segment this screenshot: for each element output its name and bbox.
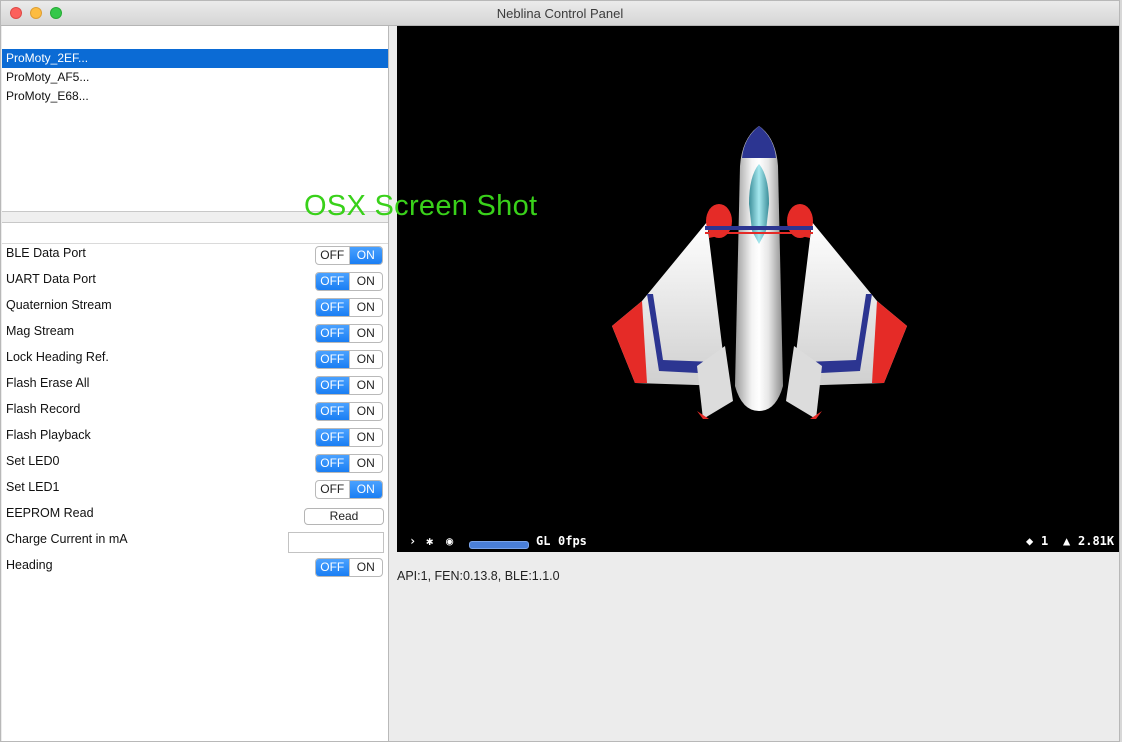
progress-bar bbox=[469, 541, 529, 549]
toggle-on-option[interactable]: ON bbox=[348, 377, 383, 394]
device-item[interactable]: ProMoty_2EF... bbox=[2, 49, 388, 68]
diamond-icon: ◆ bbox=[1026, 534, 1034, 548]
flash-playback-toggle[interactable]: OFF ON bbox=[315, 428, 383, 447]
charge-current-input[interactable] bbox=[288, 532, 384, 553]
toggle-on-option[interactable]: ON bbox=[348, 403, 383, 420]
mag-stream-toggle[interactable]: OFF ON bbox=[315, 324, 383, 343]
toggle-off-option[interactable]: OFF bbox=[316, 299, 349, 316]
gear-icon[interactable]: ✱ bbox=[426, 534, 433, 548]
control-row-flash-erase-all: Flash Erase All OFF ON bbox=[2, 374, 388, 400]
heading-toggle[interactable]: OFF ON bbox=[315, 558, 383, 577]
toggle-on-option[interactable]: ON bbox=[348, 299, 383, 316]
scene-view[interactable]: › ✱ ◉ GL 0fps ◆ 1 ▲ 2.81K bbox=[397, 26, 1119, 552]
fps-readout: 0fps bbox=[558, 534, 587, 548]
flash-erase-all-toggle[interactable]: OFF ON bbox=[315, 376, 383, 395]
quaternion-stream-toggle[interactable]: OFF ON bbox=[315, 298, 383, 317]
triangle-icon: ▲ bbox=[1063, 534, 1071, 548]
spaceship-model bbox=[612, 126, 907, 419]
control-label: Quaternion Stream bbox=[6, 298, 112, 312]
lock-heading-ref-toggle[interactable]: OFF ON bbox=[315, 350, 383, 369]
control-row-ble-data-port: BLE Data Port OFF ON bbox=[2, 244, 388, 270]
control-label: UART Data Port bbox=[6, 272, 96, 286]
toggle-off-option[interactable]: OFF bbox=[316, 429, 349, 446]
toggle-on-option[interactable]: ON bbox=[348, 429, 383, 446]
node-count: 1 bbox=[1041, 534, 1049, 548]
scene-statusbar: › ✱ ◉ GL 0fps ◆ 1 ▲ 2.81K bbox=[397, 530, 1119, 552]
toggle-off-option[interactable]: OFF bbox=[316, 247, 349, 264]
toggle-on-option[interactable]: ON bbox=[348, 325, 383, 342]
toggle-off-option[interactable]: OFF bbox=[316, 325, 349, 342]
control-label: Flash Record bbox=[6, 402, 81, 416]
control-row-set-led0: Set LED0 OFF ON bbox=[2, 452, 388, 478]
triangle-count: 2.81K bbox=[1078, 534, 1115, 548]
control-row-set-led1: Set LED1 OFF ON bbox=[2, 478, 388, 504]
control-row-quaternion-stream: Quaternion Stream OFF ON bbox=[2, 296, 388, 322]
flash-record-toggle[interactable]: OFF ON bbox=[315, 402, 383, 421]
control-label: Heading bbox=[6, 558, 53, 572]
control-label: Flash Playback bbox=[6, 428, 91, 442]
toggle-off-option[interactable]: OFF bbox=[316, 481, 349, 498]
title-bar: Neblina Control Panel bbox=[1, 1, 1119, 26]
screenshot-watermark: OSX Screen Shot bbox=[304, 190, 538, 222]
control-row-uart-data-port: UART Data Port OFF ON bbox=[2, 270, 388, 296]
toggle-off-option[interactable]: OFF bbox=[316, 273, 349, 290]
control-label: Flash Erase All bbox=[6, 376, 90, 390]
control-row-charge-current: Charge Current in mA bbox=[2, 530, 388, 556]
toggle-off-option[interactable]: OFF bbox=[316, 455, 349, 472]
device-item[interactable]: ProMoty_E68... bbox=[2, 87, 388, 106]
toggle-off-option[interactable]: OFF bbox=[316, 351, 349, 368]
eeprom-read-button[interactable]: Read bbox=[304, 508, 384, 525]
control-label: Charge Current in mA bbox=[6, 532, 128, 546]
toggle-on-option[interactable]: ON bbox=[348, 247, 382, 264]
device-item[interactable]: ProMoty_AF5... bbox=[2, 68, 388, 87]
control-label: Mag Stream bbox=[6, 324, 75, 338]
device-list[interactable]: ProMoty_2EF... ProMoty_AF5... ProMoty_E6… bbox=[2, 26, 388, 212]
control-row-mag-stream: Mag Stream OFF ON bbox=[2, 322, 388, 348]
control-row-flash-playback: Flash Playback OFF ON bbox=[2, 426, 388, 452]
control-label: EEPROM Read bbox=[6, 506, 94, 520]
control-label: Set LED0 bbox=[6, 454, 60, 468]
toggle-off-option[interactable]: OFF bbox=[316, 559, 349, 576]
ble-data-port-toggle[interactable]: OFF ON bbox=[315, 246, 383, 265]
left-pane: ProMoty_2EF... ProMoty_AF5... ProMoty_E6… bbox=[2, 26, 389, 741]
control-label: Lock Heading Ref. bbox=[6, 350, 109, 364]
toggle-on-option[interactable]: ON bbox=[348, 455, 383, 472]
version-info: API:1, FEN:0.13.8, BLE:1.1.0 bbox=[397, 569, 560, 583]
control-label: BLE Data Port bbox=[6, 246, 86, 260]
chevron-right-icon[interactable]: › bbox=[409, 534, 416, 548]
control-row-lock-heading-ref: Lock Heading Ref. OFF ON bbox=[2, 348, 388, 374]
controls-header bbox=[2, 223, 388, 244]
control-row-flash-record: Flash Record OFF ON bbox=[2, 400, 388, 426]
toggle-on-option[interactable]: ON bbox=[348, 481, 382, 498]
control-row-eeprom-read: EEPROM Read Read bbox=[2, 504, 388, 530]
toggle-on-option[interactable]: ON bbox=[348, 559, 383, 576]
control-row-heading: Heading OFF ON bbox=[2, 556, 388, 582]
toggle-on-option[interactable]: ON bbox=[348, 351, 383, 368]
toggle-off-option[interactable]: OFF bbox=[316, 403, 349, 420]
toggle-off-option[interactable]: OFF bbox=[316, 377, 349, 394]
window-title: Neblina Control Panel bbox=[496, 6, 624, 21]
app-window: Neblina Control Panel ProMoty_2EF... Pro… bbox=[0, 0, 1120, 742]
control-label: Set LED1 bbox=[6, 480, 60, 494]
toggle-on-option[interactable]: ON bbox=[348, 273, 383, 290]
set-led1-toggle[interactable]: OFF ON bbox=[315, 480, 383, 499]
set-led0-toggle[interactable]: OFF ON bbox=[315, 454, 383, 473]
uart-data-port-toggle[interactable]: OFF ON bbox=[315, 272, 383, 291]
eye-icon[interactable]: ◉ bbox=[446, 534, 453, 548]
renderer-label: GL bbox=[536, 534, 551, 548]
